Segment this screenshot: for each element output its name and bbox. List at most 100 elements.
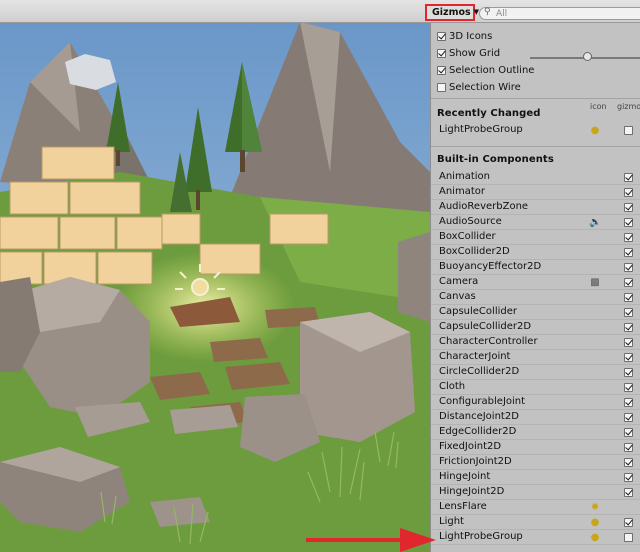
component-row[interactable]: AudioSource 🔈 bbox=[431, 215, 640, 230]
scene-illustration bbox=[0, 22, 430, 552]
component-name: CapsuleCollider2D bbox=[439, 321, 532, 332]
gizmo-checkbox[interactable] bbox=[624, 233, 633, 242]
scene-toolbar: Gizmos ▼ ⚲ bbox=[0, 0, 640, 23]
gizmos-dropdown-button[interactable]: Gizmos ▼ bbox=[425, 4, 479, 21]
component-row[interactable]: BoxCollider bbox=[431, 230, 640, 245]
component-row[interactable]: LensFlare ✹ bbox=[431, 500, 640, 515]
gizmo-checkbox[interactable] bbox=[624, 383, 633, 392]
gizmo-checkbox[interactable] bbox=[624, 126, 633, 135]
component-name: DistanceJoint2D bbox=[439, 411, 519, 422]
component-name: BoxCollider2D bbox=[439, 246, 510, 257]
gizmo-checkbox[interactable] bbox=[624, 443, 633, 452]
gizmo-checkbox[interactable] bbox=[624, 248, 633, 257]
component-row[interactable]: Camera ▩ bbox=[431, 275, 640, 290]
speaker-icon[interactable]: 🔈 bbox=[589, 217, 601, 228]
component-name: AudioReverbZone bbox=[439, 201, 529, 212]
component-row[interactable]: AudioReverbZone bbox=[431, 200, 640, 215]
gizmo-checkbox[interactable] bbox=[624, 323, 633, 332]
gizmos-dropdown-panel: 3D Icons Show Grid Selection Outline Sel… bbox=[430, 22, 640, 552]
component-row[interactable]: CapsuleCollider2D bbox=[431, 320, 640, 335]
component-row[interactable]: HingeJoint2D bbox=[431, 485, 640, 500]
component-row[interactable]: Light ● bbox=[431, 515, 640, 530]
component-name: Canvas bbox=[439, 291, 476, 302]
gizmo-checkbox[interactable] bbox=[624, 173, 633, 182]
component-name: Camera bbox=[439, 276, 479, 287]
gizmo-column-header: gizmo bbox=[617, 102, 640, 111]
gizmo-checkbox[interactable] bbox=[624, 218, 633, 227]
camera-icon[interactable]: ▩ bbox=[589, 277, 601, 288]
recent-row-lightprobegroup[interactable]: LightProbeGroup ● bbox=[431, 123, 640, 138]
gizmo-checkbox[interactable] bbox=[624, 428, 633, 437]
component-row[interactable]: DistanceJoint2D bbox=[431, 410, 640, 425]
component-name: Cloth bbox=[439, 381, 466, 392]
option-3d-icons[interactable]: 3D Icons bbox=[437, 29, 637, 43]
gizmo-checkbox[interactable] bbox=[624, 458, 633, 467]
component-row[interactable]: HingeJoint bbox=[431, 470, 640, 485]
component-row[interactable]: CharacterJoint bbox=[431, 350, 640, 365]
gizmo-checkbox[interactable] bbox=[624, 533, 633, 542]
component-row[interactable]: BoxCollider2D bbox=[431, 245, 640, 260]
gizmo-search-input[interactable] bbox=[496, 8, 636, 19]
component-row[interactable]: FixedJoint2D bbox=[431, 440, 640, 455]
component-name: LightProbeGroup bbox=[439, 124, 523, 135]
component-name: Animator bbox=[439, 186, 485, 197]
lens-flare-icon[interactable]: ✹ bbox=[589, 502, 601, 513]
gizmo-checkbox[interactable] bbox=[624, 368, 633, 377]
recently-changed-header: Recently Changed bbox=[437, 108, 541, 119]
search-icon: ⚲ bbox=[484, 7, 491, 17]
divider bbox=[431, 146, 640, 147]
component-row[interactable]: Cloth bbox=[431, 380, 640, 395]
component-name: CircleCollider2D bbox=[439, 366, 520, 377]
component-name: BuoyancyEffector2D bbox=[439, 261, 542, 272]
component-row[interactable]: CircleCollider2D bbox=[431, 365, 640, 380]
option-show-grid[interactable]: Show Grid bbox=[437, 46, 637, 60]
gizmo-checkbox[interactable] bbox=[624, 308, 633, 317]
gizmo-checkbox[interactable] bbox=[624, 398, 633, 407]
component-name: AudioSource bbox=[439, 216, 502, 227]
gizmo-checkbox[interactable] bbox=[624, 293, 633, 302]
component-row[interactable]: Animator bbox=[431, 185, 640, 200]
component-row[interactable]: ConfigurableJoint bbox=[431, 395, 640, 410]
divider bbox=[431, 98, 640, 99]
icon-column-header: icon bbox=[590, 102, 607, 111]
gizmo-checkbox[interactable] bbox=[624, 203, 633, 212]
component-row[interactable]: CharacterController bbox=[431, 335, 640, 350]
component-name: CapsuleCollider bbox=[439, 306, 517, 317]
gizmo-checkbox[interactable] bbox=[624, 188, 633, 197]
gizmo-checkbox[interactable] bbox=[624, 338, 633, 347]
gizmo-checkbox[interactable] bbox=[624, 473, 633, 482]
component-row[interactable]: Canvas bbox=[431, 290, 640, 305]
light-bulb-icon[interactable]: ● bbox=[589, 517, 601, 528]
gizmo-checkbox[interactable] bbox=[624, 413, 633, 422]
component-row[interactable]: CapsuleCollider bbox=[431, 305, 640, 320]
option-selection-wire[interactable]: Selection Wire bbox=[437, 80, 637, 94]
show-grid-checkbox[interactable] bbox=[437, 48, 446, 58]
component-name: HingeJoint bbox=[439, 471, 491, 482]
light-probe-icon[interactable]: ● bbox=[589, 125, 601, 136]
component-row[interactable]: EdgeCollider2D bbox=[431, 425, 640, 440]
option-selection-outline[interactable]: Selection Outline bbox=[437, 63, 637, 77]
gizmo-checkbox[interactable] bbox=[624, 263, 633, 272]
component-row[interactable]: LightProbeGroup ● bbox=[431, 530, 640, 545]
selection-wire-checkbox[interactable] bbox=[437, 82, 446, 92]
component-name: LightProbeGroup bbox=[439, 531, 523, 542]
component-row[interactable]: FrictionJoint2D bbox=[431, 455, 640, 470]
component-name: CharacterController bbox=[439, 336, 538, 347]
scene-view[interactable] bbox=[0, 22, 430, 552]
gizmo-checkbox[interactable] bbox=[624, 353, 633, 362]
component-name: FixedJoint2D bbox=[439, 441, 502, 452]
3d-icons-checkbox[interactable] bbox=[437, 31, 446, 41]
option-label: Selection Outline bbox=[449, 64, 535, 76]
component-row[interactable]: BuoyancyEffector2D bbox=[431, 260, 640, 275]
component-name: BoxCollider bbox=[439, 231, 496, 242]
component-name: Light bbox=[439, 516, 464, 527]
gizmo-checkbox[interactable] bbox=[624, 518, 633, 527]
gizmo-checkbox[interactable] bbox=[624, 278, 633, 287]
light-probe-icon[interactable]: ● bbox=[589, 532, 601, 543]
selection-outline-checkbox[interactable] bbox=[437, 65, 446, 75]
annotation-arrow bbox=[306, 528, 436, 552]
gizmo-checkbox[interactable] bbox=[624, 488, 633, 497]
component-row[interactable]: Animation bbox=[431, 170, 640, 185]
gizmo-search-box[interactable]: ⚲ bbox=[479, 7, 640, 20]
component-name: Animation bbox=[439, 171, 490, 182]
